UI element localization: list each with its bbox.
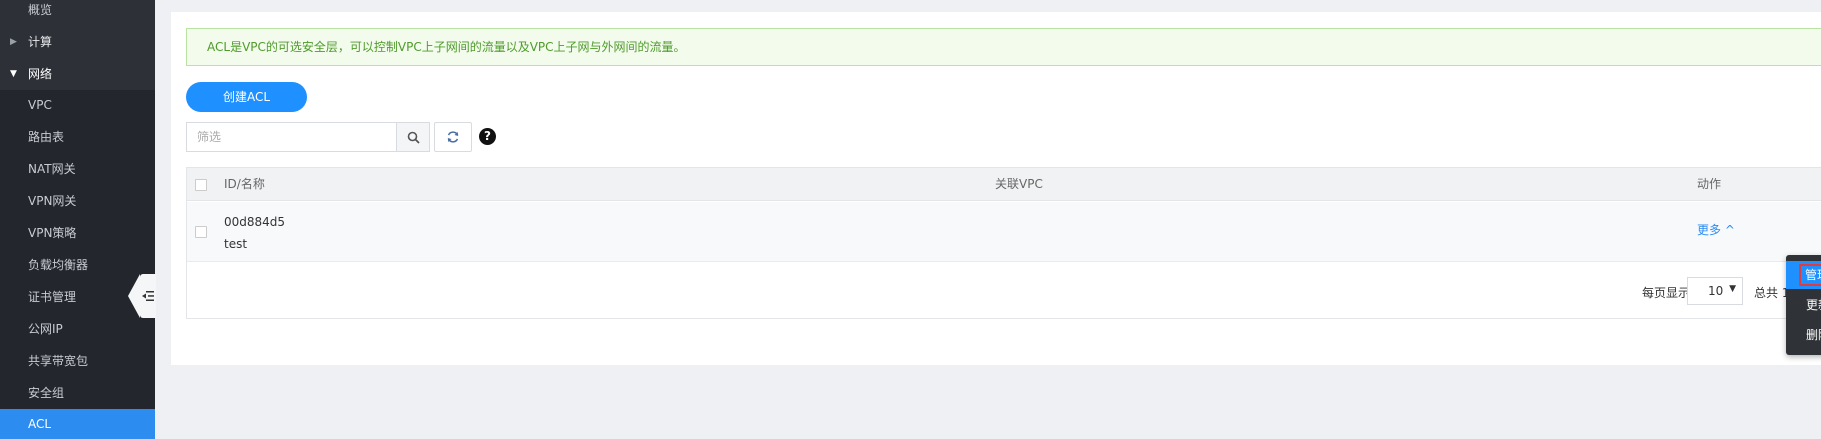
column-header-action: 动作	[1697, 177, 1722, 191]
sidebar-item-label: NAT网关	[28, 162, 76, 176]
sidebar-item-label: 计算	[28, 35, 53, 49]
sidebar-item-vpc[interactable]: VPC	[0, 89, 155, 121]
sidebar-item-vpn-gateway[interactable]: VPN网关	[0, 185, 155, 217]
sidebar-item-label: 公网IP	[28, 322, 63, 336]
caret-right-icon: ▶	[10, 37, 17, 47]
collapse-menu-icon	[142, 291, 154, 301]
sidebar-item-route-table[interactable]: 路由表	[0, 121, 155, 153]
sidebar-item-label: VPN策略	[28, 226, 77, 240]
sidebar-item-label: ACL	[28, 417, 52, 431]
sidebar-item-network[interactable]: ▼ 网络	[0, 58, 155, 90]
acl-table: ID/名称 关联VPC 动作 00d884d5 test 更多 ^ 每页显示 1…	[186, 167, 1821, 319]
refresh-icon	[447, 131, 459, 143]
main-panel: ACL是VPC的可选安全层，可以控制VPC上子网间的流量以及VPC上子网与外网间…	[171, 12, 1821, 365]
sidebar-item-label: 证书管理	[28, 290, 77, 304]
more-actions-link[interactable]: 更多 ^	[1697, 221, 1735, 238]
sidebar-item-label: VPN网关	[28, 194, 77, 208]
sidebar-item-label: 负载均衡器	[28, 258, 89, 272]
menu-item-delete[interactable]: 删除	[1786, 321, 1821, 349]
sidebar-item-label: 网络	[28, 67, 53, 81]
per-page-label: 每页显示	[1642, 286, 1691, 300]
sidebar-item-compute[interactable]: ▶ 计算	[0, 26, 155, 58]
sidebar-item-label: 共享带宽包	[28, 354, 89, 368]
sidebar-item-security-group[interactable]: 安全组	[0, 377, 155, 409]
sidebar-item-label: 路由表	[28, 130, 65, 144]
sidebar-collapse-toggle[interactable]	[128, 274, 156, 318]
sidebar: 概览 ▶ 计算 ▼ 网络 VPC 路由表 NAT网关 VPN网关 VPN策略 负…	[0, 0, 156, 439]
search-icon	[407, 131, 420, 144]
table-header: ID/名称 关联VPC 动作	[187, 168, 1821, 201]
sidebar-item-shared-bandwidth[interactable]: 共享带宽包	[0, 345, 155, 377]
help-icon[interactable]: ?	[479, 128, 496, 145]
sidebar-item-label: VPC	[28, 98, 52, 112]
acl-name: test	[224, 237, 248, 251]
filter-input[interactable]	[186, 122, 396, 152]
info-banner: ACL是VPC的可选安全层，可以控制VPC上子网间的流量以及VPC上子网与外网间…	[186, 28, 1821, 66]
caret-down-icon: ▼	[1729, 284, 1736, 294]
more-actions-dropdown: 管理规则 更新 删除	[1786, 255, 1821, 355]
menu-item-label: 删除	[1806, 328, 1821, 342]
sidebar-item-vpn-policy[interactable]: VPN策略	[0, 217, 155, 249]
sidebar-item-label: 安全组	[28, 386, 65, 400]
menu-item-label: 更新	[1806, 298, 1821, 312]
menu-item-manage-rules[interactable]: 管理规则	[1786, 261, 1821, 289]
caret-down-icon: ▼	[10, 69, 17, 79]
menu-item-label: 管理规则	[1799, 264, 1821, 286]
acl-id[interactable]: 00d884d5	[224, 211, 285, 233]
sidebar-item-label: 概览	[28, 3, 53, 17]
sidebar-item-overview[interactable]: 概览	[0, 0, 155, 26]
menu-item-update[interactable]: 更新	[1786, 291, 1821, 319]
table-row: 00d884d5 test 更多 ^	[187, 202, 1821, 262]
sidebar-item-acl[interactable]: ACL	[0, 409, 155, 439]
refresh-button[interactable]	[434, 122, 472, 152]
column-header-vpc: 关联VPC	[995, 177, 1043, 191]
search-button[interactable]	[396, 122, 430, 152]
create-acl-button[interactable]: 创建ACL	[186, 82, 307, 112]
column-header-id-name: ID/名称	[224, 177, 265, 191]
select-all-checkbox[interactable]	[195, 179, 207, 191]
per-page-value: 10	[1708, 284, 1724, 298]
row-checkbox[interactable]	[195, 226, 207, 238]
sidebar-item-nat-gateway[interactable]: NAT网关	[0, 153, 155, 185]
acl-id-name-cell: 00d884d5 test	[224, 211, 285, 255]
per-page-select[interactable]: 10 ▼	[1687, 277, 1743, 305]
